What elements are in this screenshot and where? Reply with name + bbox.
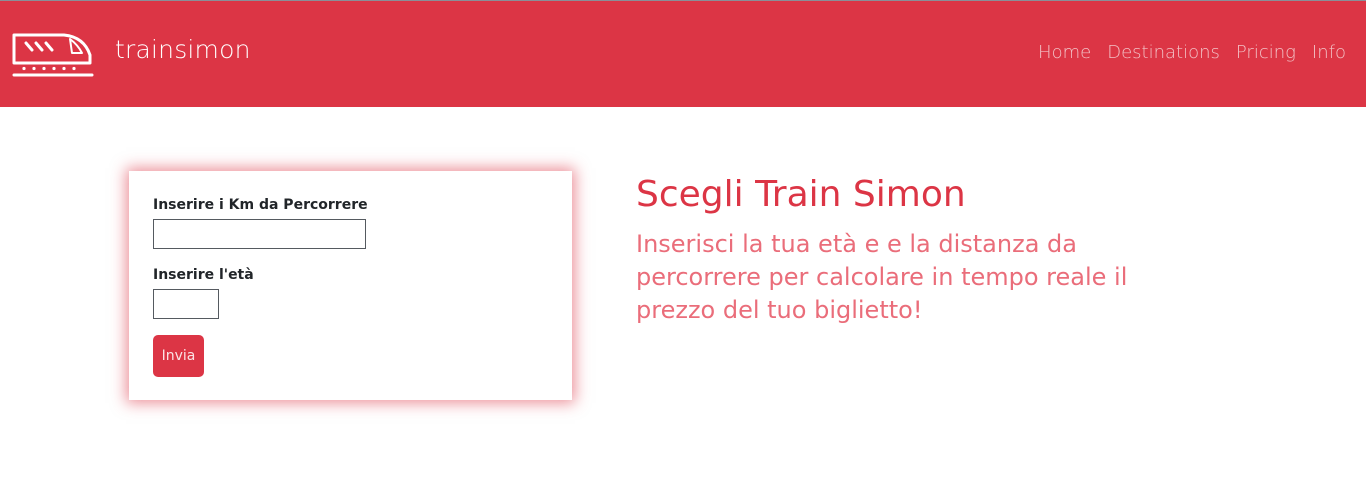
main-nav: Home Destinations Pricing Info — [1038, 42, 1346, 63]
navbar: trainsimon Home Destinations Pricing Inf… — [0, 1, 1366, 107]
hero-subtitle: Inserisci la tua età e e la distanza da … — [636, 230, 1128, 324]
nav-destinations[interactable]: Destinations — [1107, 42, 1220, 63]
nav-pricing[interactable]: Pricing — [1236, 42, 1296, 63]
brand-name[interactable]: trainsimon — [115, 35, 251, 64]
km-label: Inserire i Km da Percorrere — [153, 197, 368, 213]
age-input[interactable] — [153, 289, 219, 319]
age-label: Inserire l'età — [153, 267, 254, 283]
ticket-form-card: Inserire i Km da Percorrere Inserire l'e… — [129, 171, 572, 400]
nav-home[interactable]: Home — [1038, 42, 1091, 63]
nav-info[interactable]: Info — [1312, 42, 1346, 63]
hero-title: Scegli Train Simon — [636, 174, 966, 215]
train-icon[interactable] — [12, 29, 94, 79]
submit-button[interactable]: Invia — [153, 335, 204, 377]
km-input[interactable] — [153, 219, 366, 249]
